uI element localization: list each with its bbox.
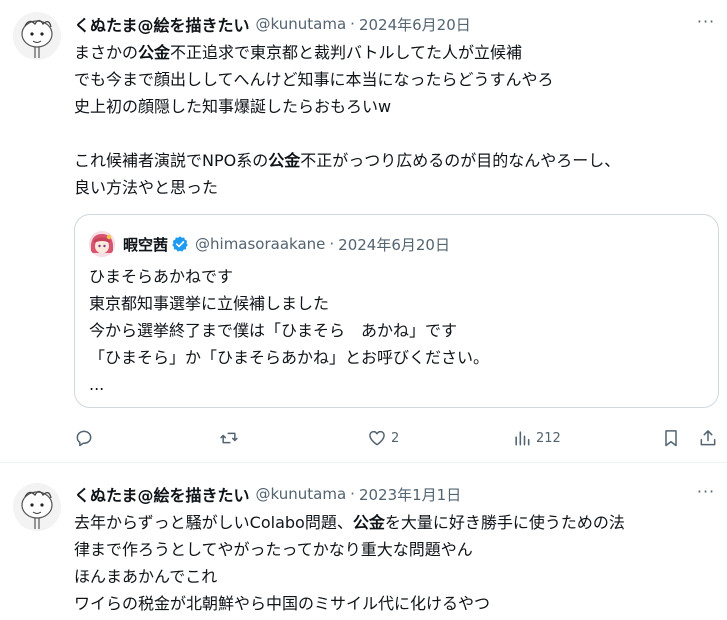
bookmark-button[interactable] <box>661 426 681 450</box>
text-segment: ワイらの税金が北朝鮮やら中国のミサイル代に化けるやつ <box>74 594 491 613</box>
author-handle[interactable]: @kunutama <box>256 485 347 503</box>
tweet-text-line: これ候補者演説でNPO系の公金不正がっつり広めるのが目的なんやろーし、 <box>74 147 719 174</box>
text-segment: 不正がっつり広めるのが目的なんやろーし、 <box>300 151 621 170</box>
tweet-header: くぬたま@絵を描きたい @kunutama · 2024年6月20日 <box>74 13 471 35</box>
tweet-text-line: 良い方法やと思った <box>74 174 719 201</box>
text-segment: 不正追求で東京都と裁判バトルしてた人が立候補 <box>170 43 523 62</box>
quoted-author-name[interactable]: 暇空茜 <box>123 234 168 255</box>
quoted-text-line: 「ひまそら」か「ひまそらあかね」とお呼びください。 <box>89 348 490 367</box>
reply-icon <box>76 430 92 447</box>
verified-badge-icon <box>172 236 188 252</box>
text-segment: まさかの <box>74 43 139 62</box>
text-segment: これ候補者演説でNPO系の <box>74 151 269 170</box>
avatar[interactable] <box>13 12 61 60</box>
text-segment: 史上初の顔隠した知事爆誕したらおもろいw <box>74 97 392 116</box>
tweet[interactable]: くぬたま@絵を描きたい @kunutama · 2024年6月20日 ··· ま… <box>0 0 727 463</box>
quoted-tweet-date[interactable]: 2024年6月20日 <box>338 234 450 255</box>
anime-avatar-icon <box>89 231 115 257</box>
tweet-text: 去年からずっと騒がしいColabo問題、公金を大量に好き勝手に使うための法 律ま… <box>74 509 719 617</box>
text-segment: 良い方法やと思った <box>74 178 219 197</box>
views-icon <box>515 431 530 446</box>
text-segment: 去年からずっと騒がしいColabo問題、 <box>74 513 353 532</box>
separator-dot: · <box>350 485 355 503</box>
tweet-text-line: 史上初の顔隠した知事爆誕したらおもろいw <box>74 93 719 120</box>
quoted-tweet-text: ひまそらあかねです 東京都知事選挙に立候補しました 今から選挙終了まで僕は「ひま… <box>89 263 489 398</box>
quoted-text-line: ひまそらあかねです <box>89 267 234 286</box>
text-segment: 律まで作ろうとしてやがったってかなり重大な問題やん <box>74 540 473 559</box>
highlighted-keyword: 公金 <box>352 513 385 532</box>
reply-button[interactable] <box>74 426 98 450</box>
text-segment: でも今まで顔出ししてへんけど知事に本当になったらどうすんやろ <box>74 70 554 89</box>
bookmark-icon <box>665 430 677 447</box>
like-button[interactable]: 2 <box>367 426 399 450</box>
tweet-text: まさかの公金不正追求で東京都と裁判バトルしてた人が立候補 でも今まで顔出ししてへ… <box>74 39 719 201</box>
like-count: 2 <box>391 430 400 446</box>
quoted-tweet-header: 暇空茜 @himasoraakane · 2024年6月20日 <box>123 233 450 255</box>
tweet-date[interactable]: 2023年1月1日 <box>359 484 461 505</box>
quoted-text-line: 今から選挙終了まで僕は「ひまそら あかね」です <box>89 321 458 340</box>
tweet-text-line: でも今まで顔出ししてへんけど知事に本当になったらどうすんやろ <box>74 66 719 93</box>
tweet-text-line: 去年からずっと騒がしいColabo問題、公金を大量に好き勝手に使うための法 <box>74 509 719 536</box>
tweet-actions: 2 212 <box>74 426 724 450</box>
share-button[interactable] <box>698 426 718 450</box>
tweet-text-line: まさかの公金不正追求で東京都と裁判バトルしてた人が立候補 <box>74 39 719 66</box>
tweet-text-line: ワイらの税金が北朝鮮やら中国のミサイル代に化けるやつ <box>74 590 719 617</box>
retweet-icon <box>220 432 238 444</box>
author-name[interactable]: くぬたま@絵を描きたい <box>74 482 250 506</box>
author-handle[interactable]: @kunutama <box>256 15 347 33</box>
highlighted-keyword: 公金 <box>138 43 171 62</box>
avatar-illustration-icon <box>13 12 61 60</box>
quoted-text-line: 東京都知事選挙に立候補しました <box>89 294 330 313</box>
quoted-tweet[interactable]: 暇空茜 @himasoraakane · 2024年6月20日 ひまそらあかねで… <box>74 214 719 408</box>
views-count: 212 <box>536 430 561 446</box>
quoted-author-handle[interactable]: @himasoraakane <box>195 235 325 253</box>
tweet-text-line: 律まで作ろうとしてやがったってかなり重大な問題やん <box>74 536 719 563</box>
quoted-avatar[interactable] <box>89 231 115 257</box>
more-horizontal-icon[interactable]: ··· <box>693 482 719 504</box>
highlighted-keyword: 公金 <box>268 151 301 170</box>
share-icon <box>700 430 716 446</box>
more-horizontal-icon[interactable]: ··· <box>693 12 719 34</box>
views-button[interactable]: 212 <box>512 426 561 450</box>
avatar-illustration-icon <box>13 483 61 531</box>
tweet[interactable]: くぬたま@絵を描きたい @kunutama · 2023年1月1日 ··· 去年… <box>0 463 727 620</box>
tweet-header: くぬたま@絵を描きたい @kunutama · 2023年1月1日 <box>74 483 461 505</box>
author-name[interactable]: くぬたま@絵を描きたい <box>74 12 250 36</box>
quoted-text-ellipsis: ... <box>89 375 105 394</box>
avatar[interactable] <box>13 483 61 531</box>
tweet-date[interactable]: 2024年6月20日 <box>359 14 471 35</box>
text-segment: ほんまあかんでこれ <box>74 567 218 586</box>
retweet-button[interactable] <box>219 426 243 450</box>
like-icon <box>369 430 385 446</box>
separator-dot: · <box>350 15 355 33</box>
text-segment: を大量に好き勝手に使うための法 <box>384 513 625 532</box>
separator-dot: · <box>329 235 335 253</box>
tweet-text-line: ほんまあかんでこれ <box>74 563 719 590</box>
